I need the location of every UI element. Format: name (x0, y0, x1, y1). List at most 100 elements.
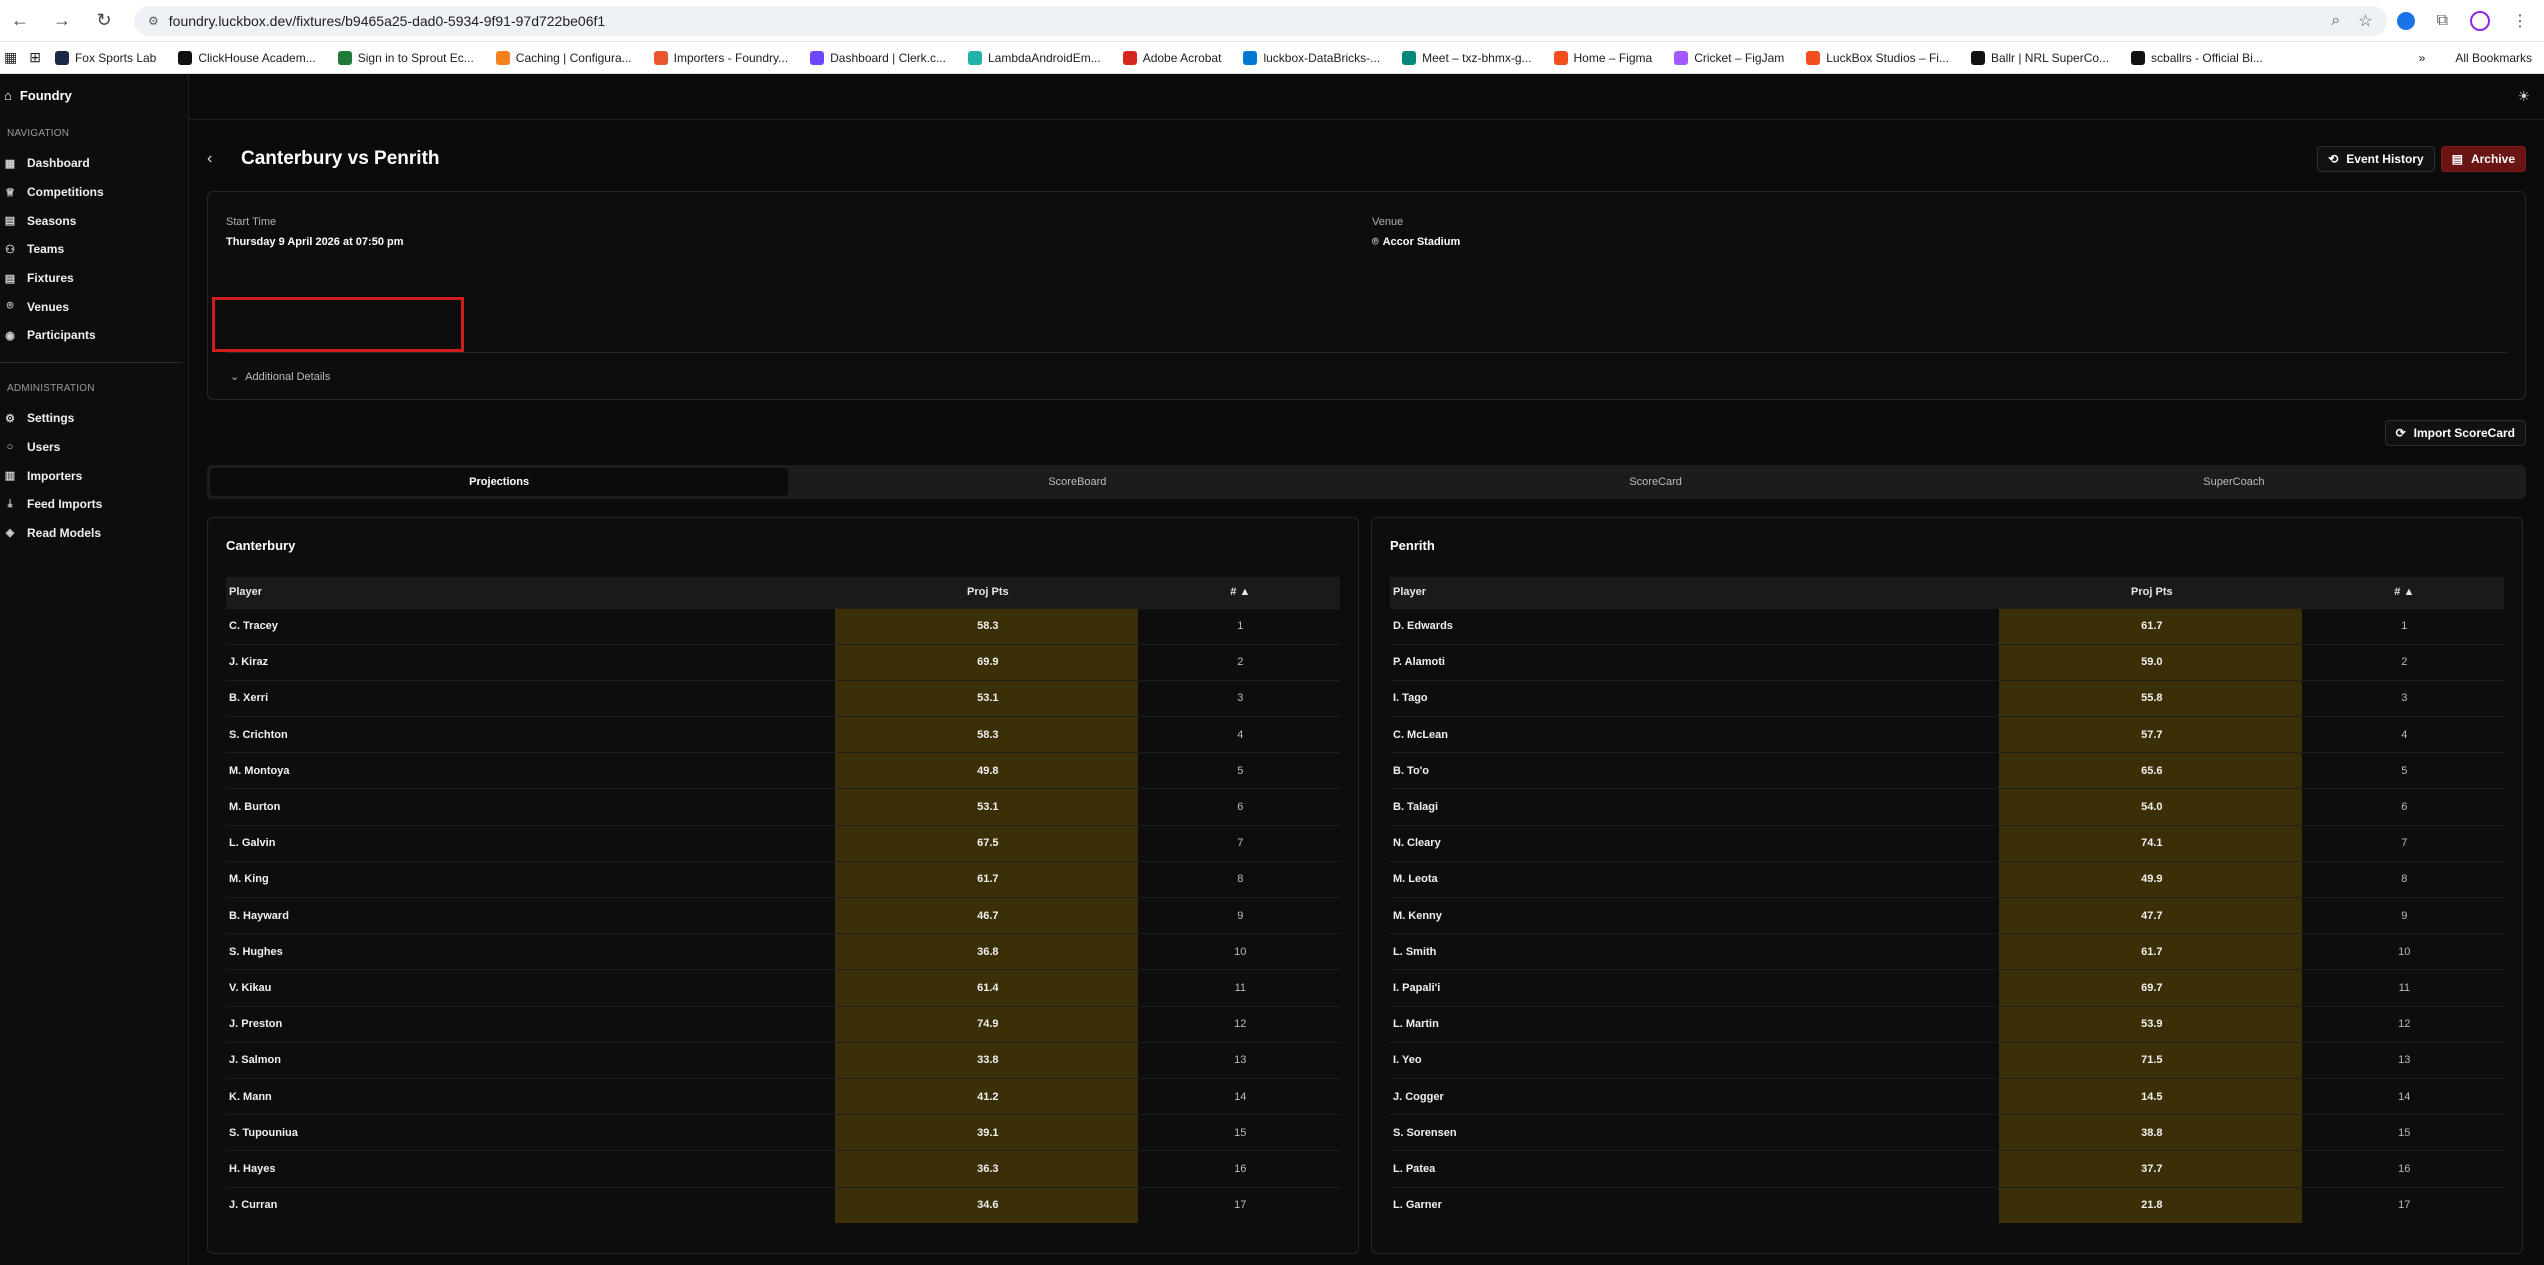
extension-icon[interactable] (2396, 11, 2415, 30)
sidebar-item-feed-imports[interactable]: ⤓ Feed Imports (0, 490, 188, 519)
table-row[interactable]: B. Talagi 54.0 6 (1390, 788, 2504, 826)
table-row[interactable]: J. Curran 34.6 17 (226, 1186, 1340, 1224)
bookmark-item[interactable]: luckbox-DataBricks-... (1243, 50, 1380, 65)
table-row[interactable]: P. Alamoti 59.0 2 (1390, 643, 2504, 681)
table-row[interactable]: L. Garner 21.8 17 (1390, 1186, 2504, 1224)
forward-arrow-icon[interactable]: → (50, 9, 74, 33)
site-info-icon[interactable]: ⚙ (148, 14, 159, 28)
table-row[interactable]: I. Papali'i 69.7 11 (1390, 969, 2504, 1007)
reload-icon[interactable]: ↻ (92, 9, 116, 33)
table-row[interactable]: J. Cogger 14.5 14 (1390, 1077, 2504, 1115)
table-row[interactable]: J. Kiraz 69.9 2 (226, 643, 1340, 681)
table-row[interactable]: I. Tago 55.8 3 (1390, 679, 2504, 717)
extensions-puzzle-icon[interactable]: ⧉ (2437, 12, 2448, 30)
table-row[interactable]: J. Preston 74.9 12 (226, 1005, 1340, 1043)
table-row[interactable]: M. Montoya 49.8 5 (226, 752, 1340, 789)
sidebar-item-dashboard[interactable]: ▦ Dashboard (0, 149, 188, 178)
table-row[interactable]: M. King 61.7 8 (226, 860, 1340, 898)
table-row[interactable]: L. Galvin 67.5 7 (226, 824, 1340, 862)
bookmark-favicon-icon (1122, 50, 1137, 65)
profile-avatar-icon[interactable] (2470, 10, 2490, 31)
browser-menu-icon[interactable]: ⋮ (2512, 11, 2528, 31)
table-row[interactable]: K. Mann 41.2 14 (226, 1077, 1340, 1115)
table-row[interactable]: L. Smith 61.7 10 (1390, 933, 2504, 970)
rank-column-header[interactable]: # ▲ (1138, 577, 1340, 608)
sidebar-item-users[interactable]: ○ Users (0, 433, 188, 462)
brand[interactable]: ⌂ Foundry (0, 84, 188, 106)
bookmark-item[interactable]: Adobe Acrobat (1122, 50, 1221, 65)
import-scorecard-button[interactable]: ⟳ Import ScoreCard (2384, 420, 2526, 446)
player-name-cell: L. Patea (1390, 1150, 2000, 1187)
table-row[interactable]: M. Kenny 47.7 9 (1390, 896, 2504, 934)
bookmark-item[interactable]: Sign in to Sprout Ec... (337, 50, 474, 65)
player-column-header[interactable]: Player (1390, 577, 1999, 608)
table-row[interactable]: J. Salmon 33.8 13 (226, 1041, 1340, 1079)
sidebar-item-settings[interactable]: ⚙ Settings (0, 404, 188, 433)
event-history-button[interactable]: ⟲ Event History (2317, 146, 2435, 172)
proj-pts-cell: 57.7 (1999, 716, 2302, 753)
bookmark-label: Importers - Foundry... (673, 50, 789, 65)
address-bar[interactable]: ⚙ foundry.luckbox.dev/fixtures/b9465a25-… (134, 5, 2387, 36)
sidebar-item-fixtures[interactable]: ▤ Fixtures (0, 264, 188, 293)
tab-scoreboard[interactable]: ScoreBoard (788, 468, 1366, 496)
table-row[interactable]: L. Martin 53.9 12 (1390, 1005, 2504, 1043)
theme-toggle-sun-icon[interactable]: ☀ (2517, 88, 2530, 105)
url-text[interactable]: foundry.luckbox.dev/fixtures/b9465a25-da… (169, 13, 2313, 29)
sidebar-item-read-models[interactable]: ◈ Read Models (0, 519, 188, 548)
table-row[interactable]: S. Sorensen 38.8 15 (1390, 1114, 2504, 1151)
table-row[interactable]: S. Hughes 36.8 10 (226, 933, 1340, 970)
table-row[interactable]: C. Tracey 58.3 1 (226, 607, 1340, 645)
proj-pts-column-header[interactable]: Proj Pts (1999, 577, 2302, 608)
bookmark-item[interactable]: Importers - Foundry... (653, 50, 789, 65)
bookmark-item[interactable]: Dashboard | Clerk.c... (810, 50, 946, 65)
bookmark-favicon-icon (178, 50, 193, 65)
sidebar-item-participants[interactable]: ◉ Participants (0, 321, 188, 350)
bookmark-item[interactable]: Meet – txz-bhmx-g... (1402, 50, 1532, 65)
sidebar-item-teams[interactable]: ⚇ Teams (0, 235, 188, 264)
apps-grid-icon[interactable]: ▦ (4, 49, 17, 66)
archive-button[interactable]: ▤ Archive (2440, 146, 2526, 172)
sidebar-item-competitions[interactable]: ♕ Competitions (0, 178, 188, 207)
zoom-icon[interactable]: ⌕ (2331, 12, 2340, 30)
back-arrow-icon[interactable]: ← (8, 9, 32, 33)
bookmark-item[interactable]: LambdaAndroidEm... (967, 50, 1101, 65)
bookmark-star-icon[interactable]: ☆ (2358, 11, 2372, 31)
bookmark-item[interactable]: Cricket – FigJam (1674, 50, 1784, 65)
tab-supercoach[interactable]: SuperCoach (1945, 468, 2523, 496)
table-row[interactable]: M. Burton 53.1 6 (226, 788, 1340, 826)
table-row[interactable]: B. Hayward 46.7 9 (226, 896, 1340, 934)
table-row[interactable]: D. Edwards 61.7 1 (1390, 607, 2504, 645)
table-row[interactable]: S. Tupouniua 39.1 15 (226, 1114, 1340, 1151)
proj-pts-cell: 34.6 (835, 1186, 1138, 1224)
table-row[interactable]: S. Crichton 58.3 4 (226, 716, 1340, 753)
table-row[interactable]: C. McLean 57.7 4 (1390, 716, 2504, 753)
bookmark-item[interactable]: Ballr | NRL SuperCo... (1970, 50, 2109, 65)
bookmark-item[interactable]: Home – Figma (1553, 50, 1652, 65)
table-row[interactable]: I. Yeo 71.5 13 (1390, 1041, 2504, 1079)
table-row[interactable]: H. Hayes 36.3 16 (226, 1150, 1340, 1187)
player-column-header[interactable]: Player (226, 577, 835, 608)
bookmark-item[interactable]: ClickHouse Academ... (178, 50, 316, 65)
back-chevron-icon[interactable]: ‹ (207, 150, 227, 168)
sidebar-item-venues[interactable]: ⌾ Venues (0, 292, 188, 321)
table-row[interactable]: B. To'o 65.6 5 (1390, 752, 2504, 789)
tab-projections[interactable]: Projections (210, 468, 789, 496)
sidebar-item-seasons[interactable]: ▤ Seasons (0, 206, 188, 235)
rank-column-header[interactable]: # ▲ (2302, 577, 2504, 608)
table-row[interactable]: N. Cleary 74.1 7 (1390, 824, 2504, 862)
table-row[interactable]: B. Xerri 53.1 3 (226, 679, 1340, 717)
bookmark-item[interactable]: LuckBox Studios – Fi... (1806, 50, 1949, 65)
proj-pts-column-header[interactable]: Proj Pts (835, 577, 1138, 608)
tab-scorecard[interactable]: ScoreCard (1367, 468, 1945, 496)
bookmark-item[interactable]: scballrs - Official Bi... (2131, 50, 2263, 65)
sidebar-item-importers[interactable]: ▥ Importers (0, 461, 188, 490)
all-bookmarks[interactable]: All Bookmarks (2455, 51, 2532, 65)
bookmark-item[interactable]: Fox Sports Lab (54, 50, 156, 65)
bookmarks-overflow-icon[interactable]: » (2419, 51, 2426, 65)
bookmark-item[interactable]: Caching | Configura... (495, 50, 632, 65)
table-row[interactable]: L. Patea 37.7 16 (1390, 1150, 2504, 1187)
apps-icon[interactable]: ⊞ (29, 49, 41, 66)
additional-details-toggle[interactable]: ⌄ Additional Details (230, 370, 330, 383)
table-row[interactable]: V. Kikau 61.4 11 (226, 969, 1340, 1007)
table-row[interactable]: M. Leota 49.9 8 (1390, 860, 2504, 898)
